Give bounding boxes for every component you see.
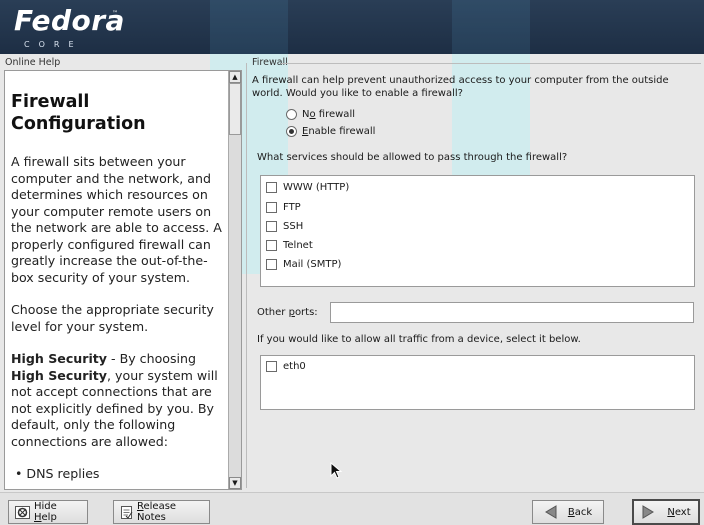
button-label: Release Notes — [137, 501, 203, 523]
help-bold-term: High Security — [11, 367, 108, 383]
button-label-text: elease Notes — [137, 501, 177, 523]
release-notes-button[interactable]: Release Notes — [113, 500, 210, 524]
button-label-mnemonic: B — [567, 506, 575, 518]
checkbox-icon[interactable] — [266, 202, 277, 213]
checkbox-icon[interactable] — [266, 221, 277, 232]
group-divider — [281, 63, 701, 64]
logo-subtitle: CORE — [24, 40, 83, 49]
button-label: Hide Help — [34, 501, 81, 523]
button-label-mnemonic: H — [34, 512, 42, 523]
checkbox-icon[interactable] — [266, 240, 277, 251]
next-button[interactable]: Next — [632, 499, 700, 525]
help-bullet: • DNS replies — [15, 466, 100, 481]
help-pane: Firewall Configuration A firewall sits b… — [4, 70, 242, 490]
radio-on-icon[interactable] — [286, 126, 297, 137]
help-bold-term: High Security — [11, 351, 108, 366]
devices-list: eth0 — [260, 355, 695, 410]
radio-label-text: firewall — [315, 109, 355, 120]
help-icon — [15, 505, 30, 519]
button-label-text: ack — [574, 506, 593, 518]
devices-question: If you would like to allow all traffic f… — [257, 334, 581, 345]
no-firewall-radio[interactable]: No firewall — [286, 109, 355, 120]
header-band — [210, 0, 288, 54]
enable-firewall-radio[interactable]: Enable firewall — [286, 126, 375, 137]
hide-help-button[interactable]: Hide Help — [8, 500, 88, 524]
service-telnet-checkbox[interactable]: Telnet — [266, 240, 313, 251]
service-ftp-checkbox[interactable]: FTP — [266, 202, 301, 213]
button-label-text: ext — [674, 506, 691, 518]
button-label-text: elp — [41, 512, 57, 523]
button-label-text: Hide — [34, 501, 57, 512]
radio-off-icon[interactable] — [286, 109, 297, 120]
help-paragraph: High Security - By choosing High Securit… — [11, 351, 229, 450]
services-list: WWW (HTTP) FTP SSH Telnet Mail (SMTP) — [260, 175, 695, 287]
back-button[interactable]: Back — [532, 500, 604, 524]
header-band — [452, 0, 530, 54]
help-paragraph: Choose the appropriate security level fo… — [11, 302, 214, 334]
device-label: eth0 — [283, 361, 306, 372]
service-label: WWW (HTTP) — [283, 182, 350, 193]
other-ports-label: Other ports: — [257, 307, 318, 318]
checkbox-icon[interactable] — [266, 182, 277, 193]
document-icon — [120, 505, 133, 519]
service-label: Telnet — [283, 240, 313, 251]
back-arrow-icon — [544, 505, 558, 519]
scroll-down-icon[interactable]: ▼ — [229, 477, 241, 489]
radio-label: Enable firewall — [302, 126, 375, 137]
service-label: FTP — [283, 202, 301, 213]
device-eth0-checkbox[interactable]: eth0 — [266, 361, 306, 372]
help-text: - By choosing — [107, 351, 197, 366]
service-label: SSH — [283, 221, 304, 232]
help-title: Firewall Configuration — [11, 92, 146, 134]
scroll-up-icon[interactable]: ▲ — [229, 71, 241, 83]
service-ssh-checkbox[interactable]: SSH — [266, 221, 303, 232]
radio-label-text: nable firewall — [308, 126, 376, 137]
next-arrow-icon — [641, 505, 655, 519]
other-ports-input[interactable] — [330, 302, 694, 323]
fedora-logo: Fedora — [14, 4, 125, 37]
firewall-intro: A firewall can help prevent unauthorized… — [252, 75, 669, 99]
button-label: Next — [667, 507, 690, 518]
checkbox-icon[interactable] — [266, 259, 277, 270]
services-question: What services should be allowed to pass … — [257, 152, 568, 163]
button-label: Back — [568, 507, 592, 518]
scroll-thumb[interactable] — [229, 83, 241, 135]
group-divider — [246, 63, 247, 488]
logo-trademark: ™ — [112, 10, 118, 17]
service-www-checkbox[interactable]: WWW (HTTP) — [266, 182, 349, 193]
label-text: Other — [257, 307, 289, 318]
header-banner: Fedora ™ CORE — [0, 0, 704, 54]
checkbox-icon[interactable] — [266, 361, 277, 372]
service-mail-checkbox[interactable]: Mail (SMTP) — [266, 259, 341, 270]
help-scrollbar[interactable]: ▲ ▼ — [228, 71, 241, 489]
service-label: Mail (SMTP) — [283, 259, 342, 270]
help-content: Firewall Configuration A firewall sits b… — [11, 71, 229, 489]
mouse-pointer-icon — [330, 462, 343, 479]
label-text: orts: — [294, 307, 318, 318]
button-label-mnemonic: N — [667, 506, 675, 518]
help-pane-label: Online Help — [5, 57, 61, 68]
help-paragraph: A firewall sits between your computer an… — [11, 154, 222, 285]
radio-label: No firewall — [302, 109, 355, 120]
